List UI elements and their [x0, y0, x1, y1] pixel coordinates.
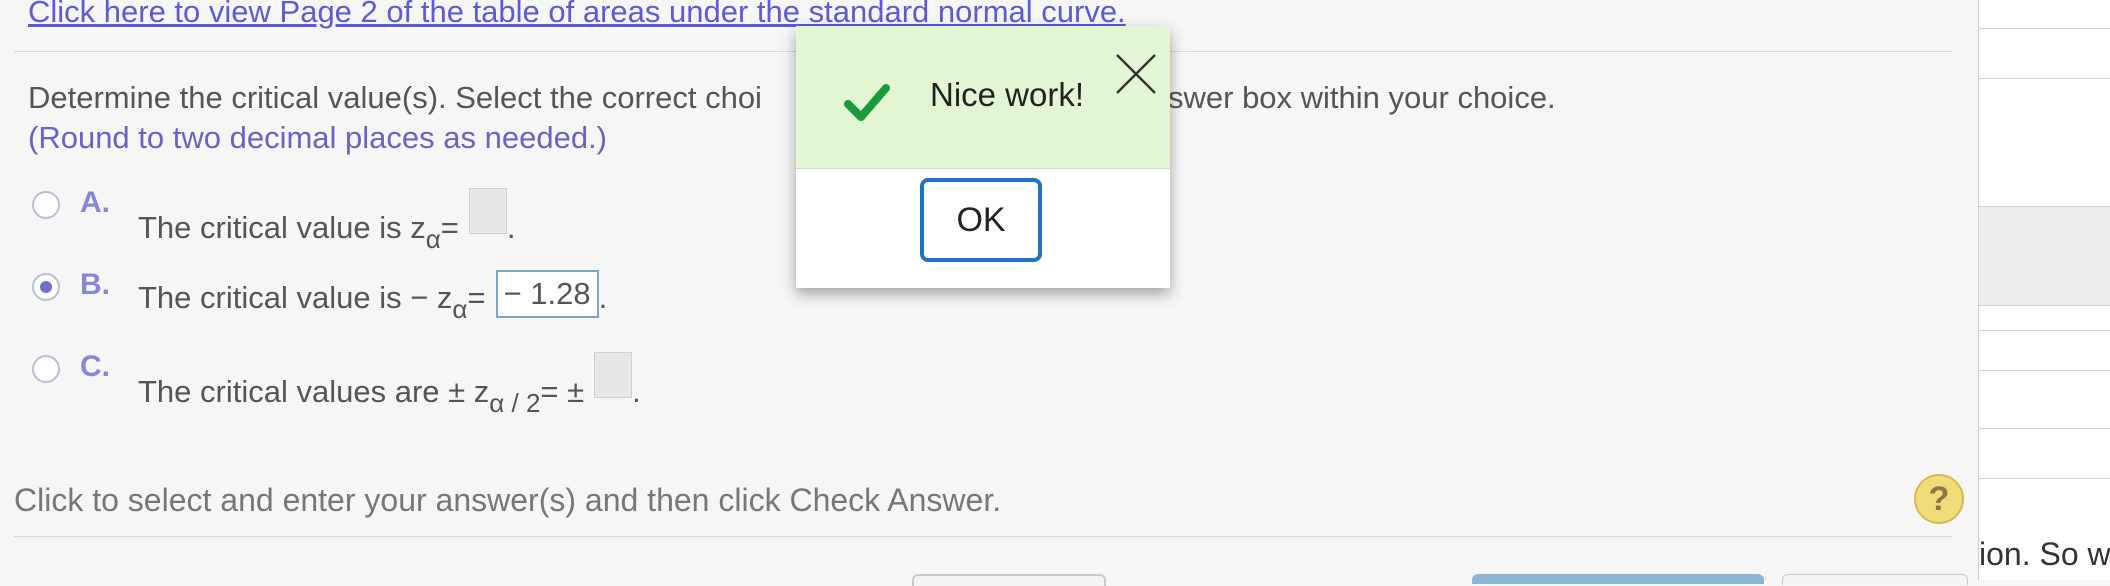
option-c-period: . [632, 374, 641, 409]
option-a-text: The critical value is z α = . [138, 188, 516, 254]
option-b-subscript: α [452, 294, 468, 324]
rounding-hint: (Round to two decimal places as needed.) [28, 120, 607, 155]
option-b-period: . [598, 280, 608, 315]
footer-button-left[interactable] [912, 574, 1106, 586]
bottom-divider [14, 536, 1952, 537]
question-mark-icon[interactable]: ? [1914, 474, 1964, 524]
option-a-period: . [506, 210, 516, 245]
side-panel-text: ion. So w [1979, 536, 2110, 572]
close-icon[interactable] [1114, 52, 1158, 96]
option-a-letter: A. [80, 186, 110, 219]
option-b-letter: B. [80, 268, 110, 301]
option-b-equals: = [467, 280, 486, 315]
side-panel: ion. So w [1978, 0, 2110, 580]
checkmark-icon [844, 84, 890, 121]
feedback-header: Nice work! [796, 26, 1170, 169]
option-c-radio[interactable] [32, 355, 60, 383]
option-c[interactable]: C. The critical values are ± z α / 2 = ±… [0, 350, 1000, 418]
option-a-radio[interactable] [32, 191, 60, 219]
option-a-answer-box[interactable] [468, 188, 507, 234]
question-text-part1: Determine the critical value(s). Select … [28, 80, 762, 115]
feedback-title: Nice work! [930, 76, 1085, 113]
option-a-equals: = [440, 210, 459, 245]
option-c-subscript: α / 2 [489, 388, 541, 418]
check-answer-button[interactable] [1472, 574, 1764, 584]
option-c-equals: = ± [540, 374, 585, 409]
feedback-dialog: Nice work! OK [796, 26, 1170, 288]
option-a-label: The critical value is z [138, 210, 426, 245]
option-a-subscript: α [425, 224, 441, 254]
ok-button[interactable]: OK [920, 178, 1042, 262]
option-c-text: The critical values are ± z α / 2 = ± . [138, 352, 641, 418]
option-b-radio[interactable] [32, 273, 60, 301]
option-b-answer-box[interactable]: − 1.28 [495, 270, 599, 318]
instruction-text: Click to select and enter your answer(s)… [14, 482, 1002, 518]
question-text-part2: swer box within your choice. [1168, 80, 1556, 115]
option-c-label: The critical values are ± z [138, 374, 490, 409]
option-c-answer-box[interactable] [594, 352, 633, 398]
option-b-label: The critical value is − z [138, 280, 453, 315]
option-b-text: The critical value is − z α = − 1.28 . [138, 270, 608, 324]
option-c-letter: C. [80, 350, 110, 383]
